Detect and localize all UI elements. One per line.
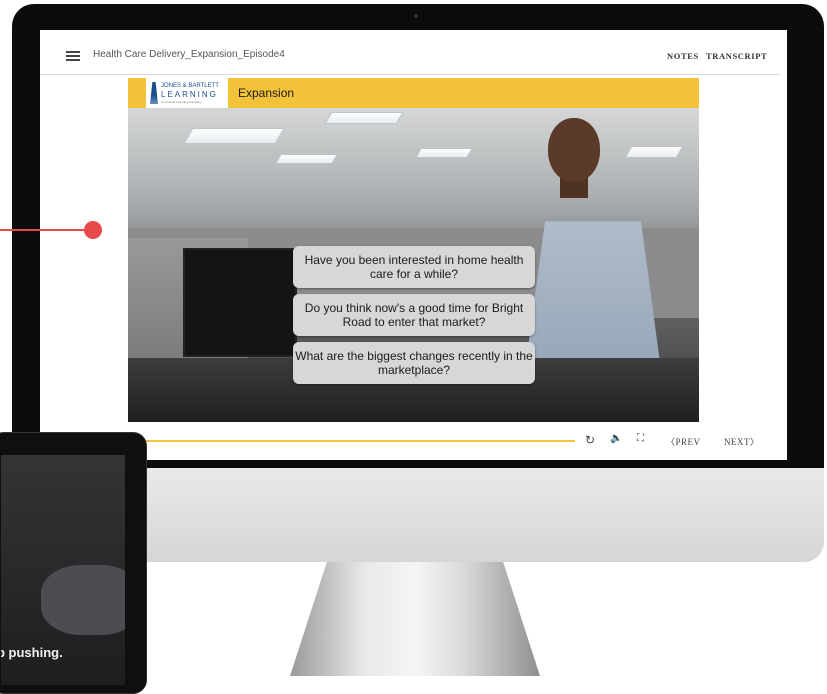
apple-logo-icon <box>398 497 434 541</box>
video-banner: JONES & BARTLETT LEARNING An Ascend Lear… <box>128 78 699 108</box>
banner-title: Expansion <box>238 86 295 100</box>
course-title: Health Care Delivery_Expansion_Episode4 <box>93 49 285 60</box>
ceiling-light <box>275 154 338 164</box>
next-button[interactable]: NEXT〉 <box>724 435 760 448</box>
logo-text-line2: LEARNING <box>161 90 218 99</box>
callout-dot-icon <box>84 221 102 239</box>
logo-text-line1: JONES & BARTLETT <box>161 83 219 89</box>
question-choice-button[interactable]: Have you been interested in home health … <box>293 246 535 288</box>
video-player[interactable]: JONES & BARTLETT LEARNING An Ascend Lear… <box>128 78 699 422</box>
ceiling-light <box>624 146 684 158</box>
presenter-head <box>548 118 600 182</box>
laptop-screen: p pushing. <box>1 455 125 685</box>
imac-stand <box>290 560 540 676</box>
computer-monitor <box>183 248 297 357</box>
transcript-button[interactable]: TRANSCRIPT <box>706 51 767 61</box>
laptop-caption: p pushing. <box>1 645 63 660</box>
logo-text-line3: An Ascend Learning Company <box>161 100 202 104</box>
lighthouse-icon <box>150 82 158 104</box>
laptop-video-subject <box>41 565 125 635</box>
question-choice-button[interactable]: What are the biggest changes recently in… <box>293 342 535 384</box>
notes-button[interactable]: NOTES <box>667 51 699 61</box>
imac-screen: Health Care Delivery_Expansion_Episode4 … <box>40 30 787 460</box>
header-divider <box>40 74 780 75</box>
prev-button[interactable]: 〈PREV <box>666 435 701 448</box>
callout-line <box>0 229 94 231</box>
ceiling-light <box>183 128 285 144</box>
volume-icon[interactable]: 🔈 <box>610 433 622 444</box>
fullscreen-icon[interactable]: ⛶ <box>637 433 644 444</box>
ceiling-light <box>324 112 404 124</box>
replay-icon[interactable]: ↻ <box>585 433 595 447</box>
publisher-logo: JONES & BARTLETT LEARNING An Ascend Lear… <box>146 78 228 108</box>
camera-icon <box>414 14 418 18</box>
ceiling-light <box>415 148 473 158</box>
hamburger-menu-icon[interactable] <box>66 51 80 61</box>
question-choice-button[interactable]: Do you think now's a good time for Brigh… <box>293 294 535 336</box>
laptop: p pushing. <box>0 432 147 694</box>
